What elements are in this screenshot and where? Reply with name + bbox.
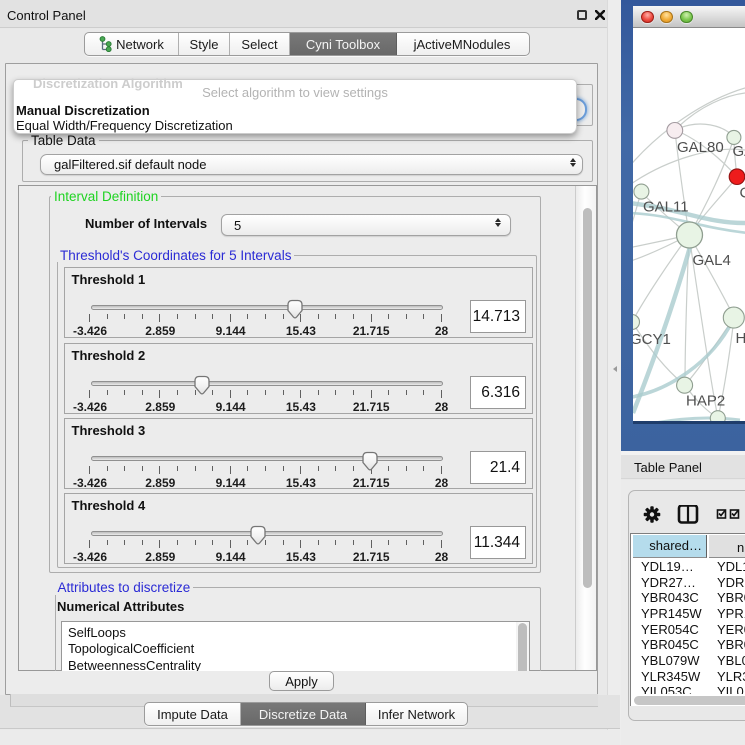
- svg-text:GAL4: GAL4: [693, 252, 731, 269]
- svg-text:GAL11: GAL11: [643, 199, 689, 216]
- svg-text:H: H: [736, 330, 745, 347]
- svg-text:GA: GA: [733, 143, 745, 160]
- svg-text:GCY1: GCY1: [633, 331, 671, 348]
- svg-text:HAP2: HAP2: [686, 393, 725, 410]
- svg-text:CO: CO: [740, 184, 745, 201]
- svg-text:GAL80: GAL80: [677, 139, 724, 156]
